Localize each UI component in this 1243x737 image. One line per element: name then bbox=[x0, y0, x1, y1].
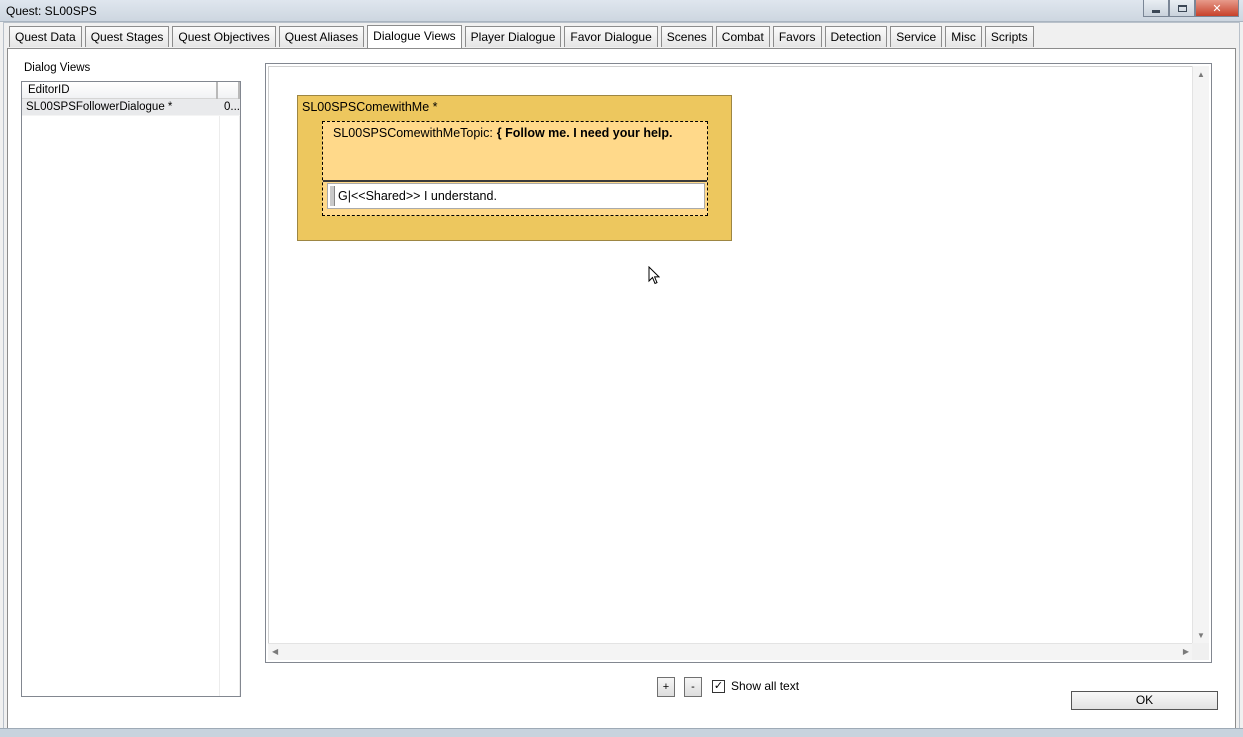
zoom-in-button[interactable]: + bbox=[657, 677, 675, 697]
tab-quest-data[interactable]: Quest Data bbox=[9, 26, 82, 47]
tab-quest-aliases[interactable]: Quest Aliases bbox=[278, 26, 365, 47]
response-grip bbox=[330, 186, 335, 206]
show-all-text-option[interactable]: ✓ Show all text bbox=[712, 679, 799, 693]
list-rows: SL00SPSFollowerDialogue * 0... bbox=[22, 99, 240, 116]
tab-misc[interactable]: Misc bbox=[945, 26, 982, 47]
maximize-button[interactable] bbox=[1169, 0, 1195, 17]
vertical-scrollbar[interactable]: ▲ ▼ bbox=[1192, 66, 1209, 644]
tab-service[interactable]: Service bbox=[890, 26, 943, 47]
branch-title: SL00SPSComewithMe * bbox=[302, 100, 438, 114]
maximize-icon bbox=[1177, 4, 1187, 12]
response-node[interactable]: G|<<Shared>> I understand. bbox=[327, 183, 705, 209]
tab-favor-dialogue[interactable]: Favor Dialogue bbox=[564, 26, 658, 47]
minimize-button[interactable] bbox=[1143, 0, 1169, 17]
response-text: G|<<Shared>> I understand. bbox=[338, 189, 497, 203]
list-item[interactable]: SL00SPSFollowerDialogue * 0... bbox=[22, 99, 240, 116]
dialog-views-list[interactable]: EditorID SL00SPSFollowerDialogue * 0... bbox=[21, 81, 241, 697]
topic-divider bbox=[323, 180, 707, 182]
close-button[interactable]: ✕ bbox=[1195, 0, 1239, 17]
tab-favors[interactable]: Favors bbox=[772, 26, 822, 47]
scroll-left-icon[interactable]: ◀ bbox=[272, 647, 278, 656]
second-column-cell: 0... bbox=[224, 101, 240, 113]
scroll-corner bbox=[1192, 643, 1209, 660]
scroll-right-icon[interactable]: ▶ bbox=[1183, 647, 1189, 656]
close-icon: ✕ bbox=[1212, 2, 1222, 15]
column-header-editorid[interactable]: EditorID bbox=[22, 82, 218, 99]
topic-prompt: { Follow me. I need your help. bbox=[496, 126, 673, 140]
tab-player-dialogue[interactable]: Player Dialogue bbox=[464, 26, 562, 47]
window-controls: ✕ bbox=[1143, 0, 1239, 18]
column-resize-handle[interactable] bbox=[216, 82, 218, 99]
column-gridline bbox=[239, 99, 240, 696]
tab-dialogue-views[interactable]: Dialogue Views bbox=[367, 25, 462, 48]
window-bottom-edge bbox=[0, 728, 1243, 737]
topic-header: SL00SPSComewithMeTopic:{ Follow me. I ne… bbox=[333, 126, 673, 140]
horizontal-scrollbar[interactable]: ◀ ▶ bbox=[268, 643, 1193, 660]
topic-node[interactable]: SL00SPSComewithMeTopic:{ Follow me. I ne… bbox=[322, 121, 708, 216]
minimize-icon bbox=[1152, 9, 1160, 13]
scroll-up-icon[interactable]: ▲ bbox=[1197, 70, 1205, 79]
list-header: EditorID bbox=[22, 82, 240, 99]
ok-button[interactable]: OK bbox=[1071, 691, 1218, 710]
scroll-down-icon[interactable]: ▼ bbox=[1197, 631, 1205, 640]
tab-quest-objectives[interactable]: Quest Objectives bbox=[172, 26, 276, 47]
tab-combat[interactable]: Combat bbox=[715, 26, 770, 47]
window-title: Quest: SL00SPS bbox=[6, 4, 97, 18]
zoom-out-button[interactable]: - bbox=[684, 677, 702, 697]
dialog-views-label: Dialog Views bbox=[24, 62, 91, 74]
column-gridline bbox=[219, 99, 220, 696]
mouse-pointer-icon bbox=[648, 266, 660, 285]
editor-id-cell: SL00SPSFollowerDialogue * bbox=[26, 101, 173, 113]
tab-strip: Quest Data Quest Stages Quest Objectives… bbox=[9, 25, 1037, 48]
tab-detection[interactable]: Detection bbox=[824, 26, 888, 47]
dialogue-branch-node[interactable]: SL00SPSComewithMe * SL00SPSComewithMeTop… bbox=[297, 95, 732, 241]
title-bar: Quest: SL00SPS ✕ bbox=[0, 0, 1243, 22]
tab-quest-stages[interactable]: Quest Stages bbox=[84, 26, 170, 47]
column-resize-handle-2[interactable] bbox=[238, 82, 240, 99]
show-all-text-label: Show all text bbox=[731, 679, 800, 693]
topic-name: SL00SPSComewithMeTopic: bbox=[333, 126, 493, 140]
tab-scenes[interactable]: Scenes bbox=[660, 26, 713, 47]
show-all-text-checkbox[interactable]: ✓ bbox=[712, 679, 725, 693]
tab-scripts[interactable]: Scripts bbox=[984, 26, 1034, 47]
